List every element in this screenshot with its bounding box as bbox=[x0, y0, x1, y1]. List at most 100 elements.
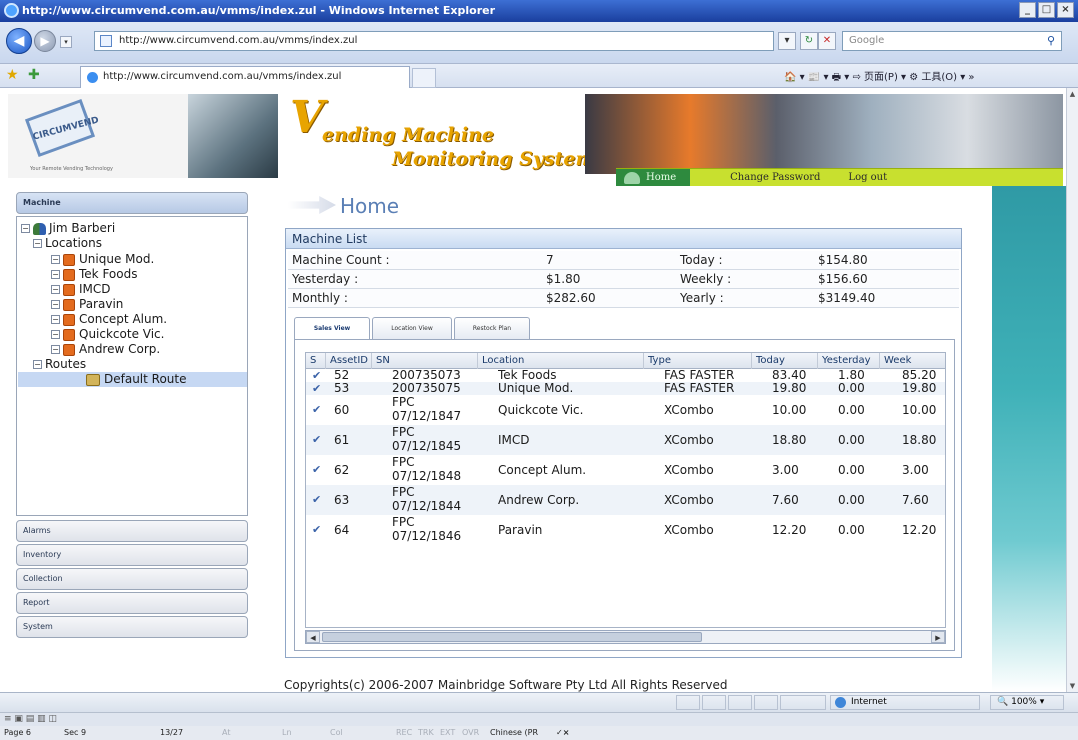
tab-ie-icon bbox=[87, 72, 98, 83]
sidebar-section-system[interactable]: System bbox=[16, 616, 248, 638]
scroll-down-icon[interactable]: ▼ bbox=[1067, 680, 1078, 692]
tree-location-item[interactable]: − Paravin bbox=[51, 297, 123, 312]
tree-route-label: Default Route bbox=[104, 372, 187, 386]
scroll-up-icon[interactable]: ▲ bbox=[1067, 88, 1078, 100]
address-dropdown-icon[interactable]: ▾ bbox=[778, 32, 796, 50]
menu-logout[interactable]: Log out bbox=[834, 172, 901, 183]
column-header-type[interactable]: Type bbox=[644, 353, 752, 369]
expand-icon[interactable]: − bbox=[51, 345, 60, 354]
favorites-star-icon[interactable]: ★ bbox=[6, 67, 19, 83]
command-bar[interactable]: 🏠 ▾ 📰 ▾ 🖶 ▾ ⇨ 页面(P) ▾ ⚙ 工具(O) ▾ » bbox=[784, 68, 975, 87]
status-trk[interactable]: TRK bbox=[418, 726, 434, 740]
expand-icon[interactable]: − bbox=[51, 330, 60, 339]
location-icon bbox=[63, 298, 75, 311]
minimize-button[interactable]: _ bbox=[1019, 2, 1036, 18]
column-header-yesterday[interactable]: Yesterday bbox=[818, 353, 880, 369]
tree-location-item[interactable]: − Unique Mod. bbox=[51, 252, 154, 267]
cell-sn-line-1: FPC bbox=[392, 456, 415, 469]
menu-home[interactable]: Home bbox=[616, 168, 691, 187]
cell-sn-line-2: 07/12/1848 bbox=[392, 470, 462, 483]
status-rec[interactable]: REC bbox=[396, 726, 412, 740]
table-row[interactable]: ✔ 62 FPC 07/12/1848 Concept Alum. XCombo… bbox=[306, 455, 945, 485]
tree-node-user[interactable]: − Jim Barberi bbox=[21, 221, 115, 236]
search-icon[interactable]: ⚲ bbox=[1043, 33, 1059, 49]
expand-icon[interactable]: − bbox=[51, 285, 60, 294]
tab-sales-view[interactable]: Sales View bbox=[294, 317, 370, 340]
status-pages: 13/27 bbox=[160, 728, 184, 737]
forward-icon[interactable]: ▶ bbox=[34, 30, 56, 52]
cell-sn-line-1: FPC bbox=[392, 486, 415, 499]
expand-icon[interactable]: − bbox=[51, 300, 60, 309]
expand-icon[interactable]: − bbox=[51, 315, 60, 324]
expand-icon[interactable]: − bbox=[51, 255, 60, 264]
add-favorite-icon[interactable]: ✚ bbox=[28, 67, 40, 83]
top-menu: Home Change Password Log out bbox=[616, 168, 1063, 187]
sidebar-section-alarms[interactable]: Alarms bbox=[16, 520, 248, 542]
table-row[interactable]: ✔ 60 FPC 07/12/1847 Quickcote Vic. XComb… bbox=[306, 395, 945, 425]
sidebar-section-machine[interactable]: Machine bbox=[16, 192, 248, 214]
column-header-location[interactable]: Location bbox=[478, 353, 644, 369]
column-header-week[interactable]: Week bbox=[880, 353, 945, 369]
collapse-icon[interactable]: − bbox=[33, 239, 42, 248]
sidebar-section-inventory[interactable]: Inventory bbox=[16, 544, 248, 566]
security-zone[interactable]: Internet bbox=[830, 695, 980, 710]
scroll-thumb[interactable] bbox=[322, 632, 702, 642]
address-bar[interactable]: http://www.circumvend.com.au/vmms/index.… bbox=[94, 31, 774, 51]
table-row[interactable]: ✔ 63 FPC 07/12/1844 Andrew Corp. XCombo … bbox=[306, 485, 945, 515]
view-buttons-icon[interactable]: ≡ ▣ ▤ ▥ ◫ bbox=[4, 713, 57, 726]
close-button[interactable]: × bbox=[1057, 2, 1074, 18]
collapse-icon[interactable]: − bbox=[21, 224, 30, 233]
back-icon[interactable]: ◀ bbox=[6, 28, 32, 54]
tree-location-item[interactable]: − Andrew Corp. bbox=[51, 342, 160, 357]
zone-label: Internet bbox=[851, 697, 887, 707]
sidebar-section-collection[interactable]: Collection bbox=[16, 568, 248, 590]
zoom-level: 100% bbox=[1011, 697, 1037, 707]
collapse-icon[interactable]: − bbox=[33, 360, 42, 369]
cell-location: Andrew Corp. bbox=[498, 493, 580, 507]
tree-location-label: Concept Alum. bbox=[79, 312, 168, 326]
tab-location-view[interactable]: Location View bbox=[372, 317, 452, 339]
table-row[interactable]: ✔ 52 200735073 Tek Foods FAS FASTER 83.4… bbox=[306, 369, 945, 382]
refresh-icon[interactable]: ↻ bbox=[800, 32, 818, 50]
tree-location-label: Quickcote Vic. bbox=[79, 327, 165, 341]
tree-location-item[interactable]: − Concept Alum. bbox=[51, 312, 167, 327]
column-header-assetid[interactable]: AssetID bbox=[326, 353, 372, 369]
tree-node-routes[interactable]: − Routes bbox=[33, 357, 86, 372]
tree-location-item[interactable]: − IMCD bbox=[51, 282, 111, 297]
browser-tab-active[interactable]: http://www.circumvend.com.au/vmms/index.… bbox=[80, 66, 410, 88]
tree-location-item[interactable]: − Tek Foods bbox=[51, 267, 137, 282]
table-row[interactable]: ✔ 53 200735075 Unique Mod. FAS FASTER 19… bbox=[306, 382, 945, 395]
new-tab-button[interactable] bbox=[412, 68, 436, 88]
spelling-check-icon[interactable]: ✓× bbox=[556, 726, 569, 740]
banner-photo-user bbox=[188, 94, 278, 178]
magnifier-icon: 🔍 bbox=[997, 697, 1009, 707]
tree-location-item[interactable]: − Quickcote Vic. bbox=[51, 327, 164, 342]
status-ext[interactable]: EXT bbox=[440, 726, 455, 740]
page-vertical-scrollbar[interactable]: ▲ ▼ bbox=[1066, 88, 1078, 692]
column-header-status[interactable]: S bbox=[306, 353, 326, 369]
zoom-control[interactable]: 🔍 100% ▾ bbox=[990, 695, 1064, 710]
status-check-icon: ✔ bbox=[312, 382, 322, 395]
menu-change-password[interactable]: Change Password bbox=[716, 172, 834, 183]
yesterday-value: $1.80 bbox=[546, 272, 581, 286]
scroll-right-icon[interactable]: ▶ bbox=[931, 631, 945, 643]
maximize-button[interactable]: □ bbox=[1038, 2, 1055, 18]
status-cell bbox=[702, 695, 726, 710]
stop-icon[interactable]: ✕ bbox=[818, 32, 836, 50]
table-row[interactable]: ✔ 61 FPC 07/12/1845 IMCD XCombo 18.80 0.… bbox=[306, 425, 945, 455]
column-header-today[interactable]: Today bbox=[752, 353, 818, 369]
search-input[interactable]: Google ⚲ bbox=[842, 31, 1062, 51]
history-dropdown-icon[interactable]: ▾ bbox=[60, 36, 72, 48]
status-ovr[interactable]: OVR bbox=[462, 726, 479, 740]
tree-route-item[interactable]: Default Route bbox=[18, 372, 247, 387]
scroll-left-icon[interactable]: ◀ bbox=[306, 631, 320, 643]
tab-restock-plan[interactable]: Restock Plan bbox=[454, 317, 530, 339]
grid-horizontal-scrollbar[interactable]: ◀ ▶ bbox=[305, 630, 946, 644]
sidebar-section-report[interactable]: Report bbox=[16, 592, 248, 614]
title-line-1: ending Machine bbox=[322, 124, 494, 146]
table-row[interactable]: ✔ 64 FPC 07/12/1846 Paravin XCombo 12.20… bbox=[306, 515, 945, 545]
column-header-sn[interactable]: SN bbox=[372, 353, 478, 369]
expand-icon[interactable]: − bbox=[51, 270, 60, 279]
tree-node-locations[interactable]: − Locations bbox=[33, 236, 102, 251]
cell-yesterday: 0.00 bbox=[838, 403, 865, 417]
